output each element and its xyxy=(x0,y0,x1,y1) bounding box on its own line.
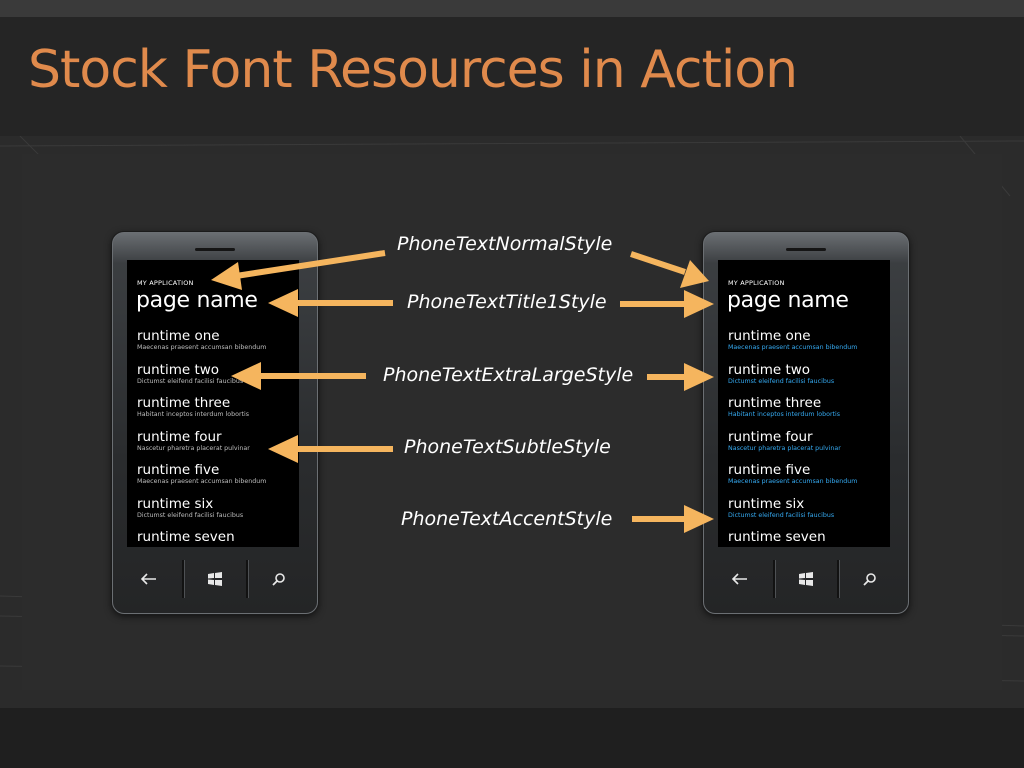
list-item[interactable]: runtime seven xyxy=(137,530,297,547)
list-item-title: runtime six xyxy=(728,495,805,512)
list-item-subtitle: Nascetur pharetra placerat pulvinar xyxy=(137,444,250,452)
list-item-subtitle: Dictumst eleifend facilisi faucibus xyxy=(137,377,244,385)
item-list: runtime one Maecenas praesent accumsan b… xyxy=(728,329,888,547)
phone-left: MY APPLICATION page name runtime one Mae… xyxy=(112,232,318,614)
list-item-subtitle: Habitant inceptos interdum lobortis xyxy=(728,411,841,418)
list-item-title: runtime seven xyxy=(137,529,235,545)
list-item-title: runtime three xyxy=(137,395,231,411)
list-item-title: runtime four xyxy=(137,428,222,445)
list-item-title: runtime five xyxy=(137,462,220,478)
phone-right: MY APPLICATION page name runtime one Mae… xyxy=(703,232,909,614)
hardware-buttons xyxy=(118,558,312,600)
back-button[interactable] xyxy=(118,558,180,600)
back-arrow-icon xyxy=(732,573,747,585)
list-item[interactable]: runtime five Maecenas praesent accumsan … xyxy=(137,463,297,497)
list-item[interactable]: runtime six Dictumst eleifend facilisi f… xyxy=(728,495,888,531)
windows-logo-icon xyxy=(799,572,813,586)
list-item-title: runtime six xyxy=(137,495,214,512)
page-name: page name xyxy=(136,288,258,313)
list-item-subtitle: Maecenas praesent accumsan bibendum xyxy=(137,478,267,485)
phone-screen-right: MY APPLICATION page name runtime one Mae… xyxy=(718,260,890,547)
list-item-subtitle: Dictumst eleifend facilisi faucibus xyxy=(728,511,835,519)
list-item-title: runtime two xyxy=(728,361,811,378)
list-item[interactable]: runtime four Nascetur pharetra placerat … xyxy=(728,428,888,464)
caption-extralarge-style: PhoneTextExtraLargeStyle xyxy=(383,364,634,386)
start-button[interactable] xyxy=(184,558,246,600)
search-button[interactable] xyxy=(839,558,901,600)
search-icon xyxy=(863,573,876,586)
list-item[interactable]: runtime six Dictumst eleifend facilisi f… xyxy=(137,495,297,531)
list-item-subtitle: Habitant inceptos interdum lobortis xyxy=(137,411,250,418)
list-item[interactable]: runtime four Nascetur pharetra placerat … xyxy=(137,428,297,464)
app-title: MY APPLICATION xyxy=(137,279,194,287)
list-item-title: runtime four xyxy=(728,428,813,445)
back-arrow-icon xyxy=(141,573,156,585)
list-item-title: runtime three xyxy=(728,395,822,411)
phone-screen-left: MY APPLICATION page name runtime one Mae… xyxy=(127,260,299,547)
list-item-title: runtime two xyxy=(137,361,220,378)
list-item[interactable]: runtime seven xyxy=(728,530,888,547)
list-item-title: runtime one xyxy=(728,328,811,344)
caption-normal-style: PhoneTextNormalStyle xyxy=(397,233,613,255)
start-button[interactable] xyxy=(775,558,837,600)
app-title: MY APPLICATION xyxy=(728,279,785,287)
slide-title: Stock Font Resources in Action xyxy=(28,40,798,100)
list-item[interactable]: runtime one Maecenas praesent accumsan b… xyxy=(137,329,297,363)
list-item[interactable]: runtime one Maecenas praesent accumsan b… xyxy=(728,329,888,363)
hardware-buttons xyxy=(709,558,903,600)
list-item[interactable]: runtime three Habitant inceptos interdum… xyxy=(137,396,297,430)
list-item-title: runtime five xyxy=(728,462,811,478)
windows-logo-icon xyxy=(208,572,222,586)
list-item-title: runtime one xyxy=(137,328,220,344)
caption-subtle-style: PhoneTextSubtleStyle xyxy=(404,436,611,458)
speaker-grille xyxy=(786,248,826,251)
list-item-subtitle: Maecenas praesent accumsan bibendum xyxy=(728,478,858,485)
list-item[interactable]: runtime three Habitant inceptos interdum… xyxy=(728,396,888,430)
speaker-grille xyxy=(195,248,235,251)
list-item[interactable]: runtime five Maecenas praesent accumsan … xyxy=(728,463,888,497)
list-item-subtitle: Dictumst eleifend facilisi faucibus xyxy=(137,511,244,519)
title-bar: Stock Font Resources in Action xyxy=(0,17,1024,136)
page-name: page name xyxy=(727,288,849,313)
search-button[interactable] xyxy=(248,558,310,600)
list-item-subtitle: Dictumst eleifend facilisi faucibus xyxy=(728,377,835,385)
list-item[interactable]: runtime two Dictumst eleifend facilisi f… xyxy=(137,361,297,397)
caption-accent-style: PhoneTextAccentStyle xyxy=(401,508,613,530)
list-item[interactable]: runtime two Dictumst eleifend facilisi f… xyxy=(728,361,888,397)
item-list: runtime one Maecenas praesent accumsan b… xyxy=(137,329,297,547)
list-item-subtitle: Nascetur pharetra placerat pulvinar xyxy=(728,444,841,452)
back-button[interactable] xyxy=(709,558,771,600)
bottom-band xyxy=(0,708,1024,768)
list-item-subtitle: Maecenas praesent accumsan bibendum xyxy=(137,344,267,351)
caption-title1-style: PhoneTextTitle1Style xyxy=(407,291,607,313)
list-item-title: runtime seven xyxy=(728,529,826,545)
search-icon xyxy=(272,573,285,586)
list-item-subtitle: Maecenas praesent accumsan bibendum xyxy=(728,344,858,351)
top-strip xyxy=(0,0,1024,17)
